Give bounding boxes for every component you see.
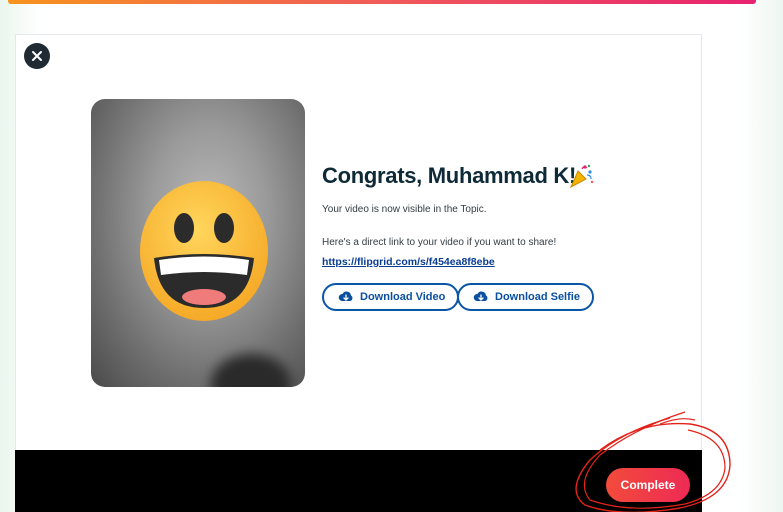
video-thumbnail [91, 99, 305, 387]
brand-gradient-bar [8, 0, 756, 4]
close-button[interactable] [24, 43, 50, 69]
download-selfie-button[interactable]: Download Selfie [457, 283, 594, 311]
visibility-message: Your video is now visible in the Topic. [322, 204, 487, 215]
party-popper-icon [569, 164, 594, 189]
download-video-button[interactable]: Download Video [322, 283, 460, 311]
thumbnail-shadow [211, 354, 291, 387]
cloud-download-icon [473, 291, 488, 301]
download-video-label: Download Video [360, 291, 446, 303]
congrats-heading: Congrats, Muhammad K! [322, 163, 577, 188]
share-link[interactable]: https://flipgrid.com/s/f454ea8f8ebe [322, 256, 495, 268]
share-prompt: Here's a direct link to your video if yo… [322, 237, 557, 248]
close-icon [32, 51, 42, 61]
download-selfie-label: Download Selfie [495, 291, 580, 303]
complete-button[interactable]: Complete [606, 468, 690, 502]
grinning-face-icon [140, 181, 268, 321]
cloud-download-icon [338, 291, 353, 301]
modal-footer [15, 450, 702, 512]
